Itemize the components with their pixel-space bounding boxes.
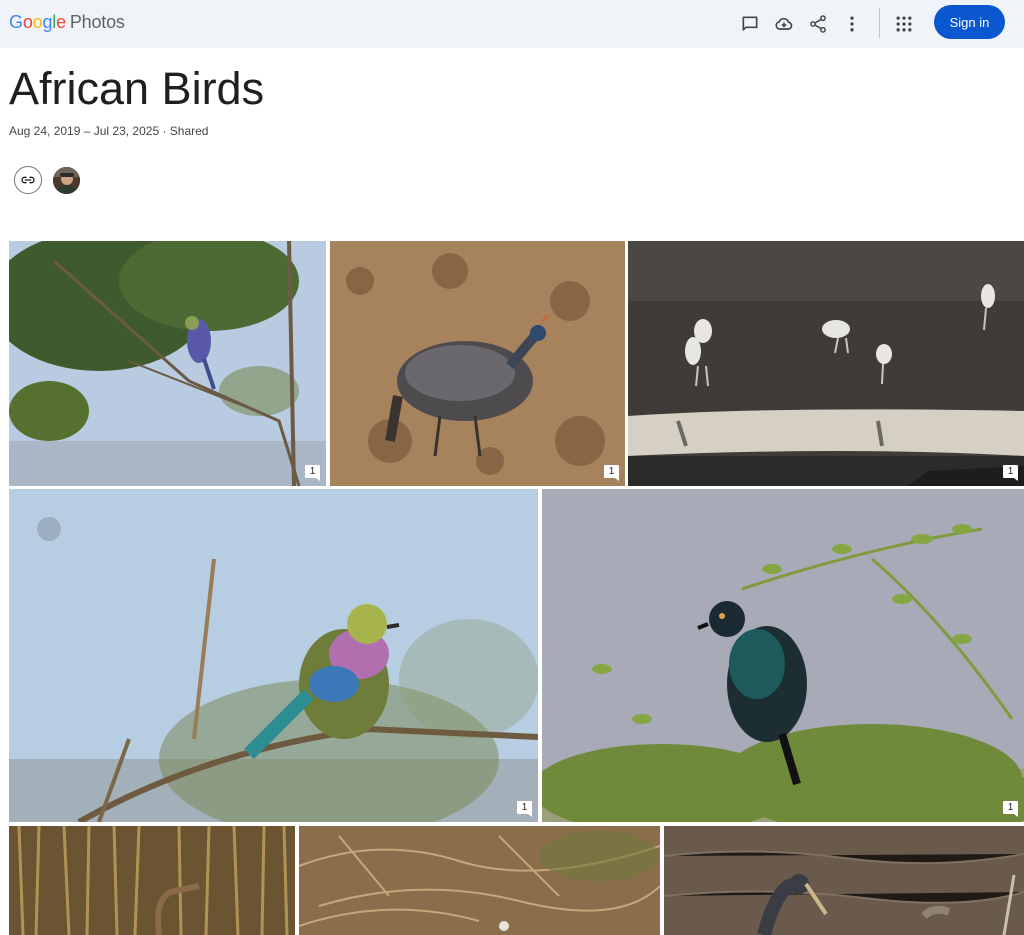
photo-tile[interactable]: 1 [542,489,1024,822]
photo-tile[interactable] [299,826,660,935]
toolbar-divider [879,8,880,38]
photo-image [628,241,1024,486]
comment-count-badge: 1 [517,801,532,817]
more-vert-icon[interactable] [838,10,866,38]
photo-tile[interactable]: 1 [330,241,625,486]
photo-image [330,241,625,486]
comment-count-badge: 1 [305,465,320,481]
google-wordmark: Google [9,12,66,32]
product-name: Photos [69,12,125,32]
photo-tile[interactable]: 1 [9,489,538,822]
photo-image [9,241,326,486]
photo-image [299,826,660,935]
comment-count-badge: 1 [1003,801,1018,817]
cloud-download-icon[interactable] [770,10,798,38]
photo-image [542,489,1024,822]
photo-image [9,826,295,935]
album-title: African Birds [9,63,265,114]
album-date-range: Aug 24, 2019 – Jul 23, 2025 · Shared [9,124,209,138]
photo-image [9,489,538,822]
sign-in-button[interactable]: Sign in [934,5,1005,39]
comment-count-badge: 1 [604,465,619,481]
avatar[interactable] [53,167,80,194]
copy-link-button[interactable] [14,166,42,194]
photo-tile[interactable]: 1 [9,241,326,486]
link-icon [21,176,35,184]
top-app-bar: Google Photos Sign in [0,0,1024,48]
comment-icon[interactable] [736,10,764,38]
apps-grid-icon[interactable] [890,10,918,38]
share-icon[interactable] [804,10,832,38]
photo-tile[interactable]: 1 [628,241,1024,486]
photo-tile[interactable] [664,826,1024,935]
photo-tile[interactable] [9,826,295,935]
google-photos-logo[interactable]: Google Photos [9,11,125,33]
comment-count-badge: 1 [1003,465,1018,481]
photo-image [664,826,1024,935]
